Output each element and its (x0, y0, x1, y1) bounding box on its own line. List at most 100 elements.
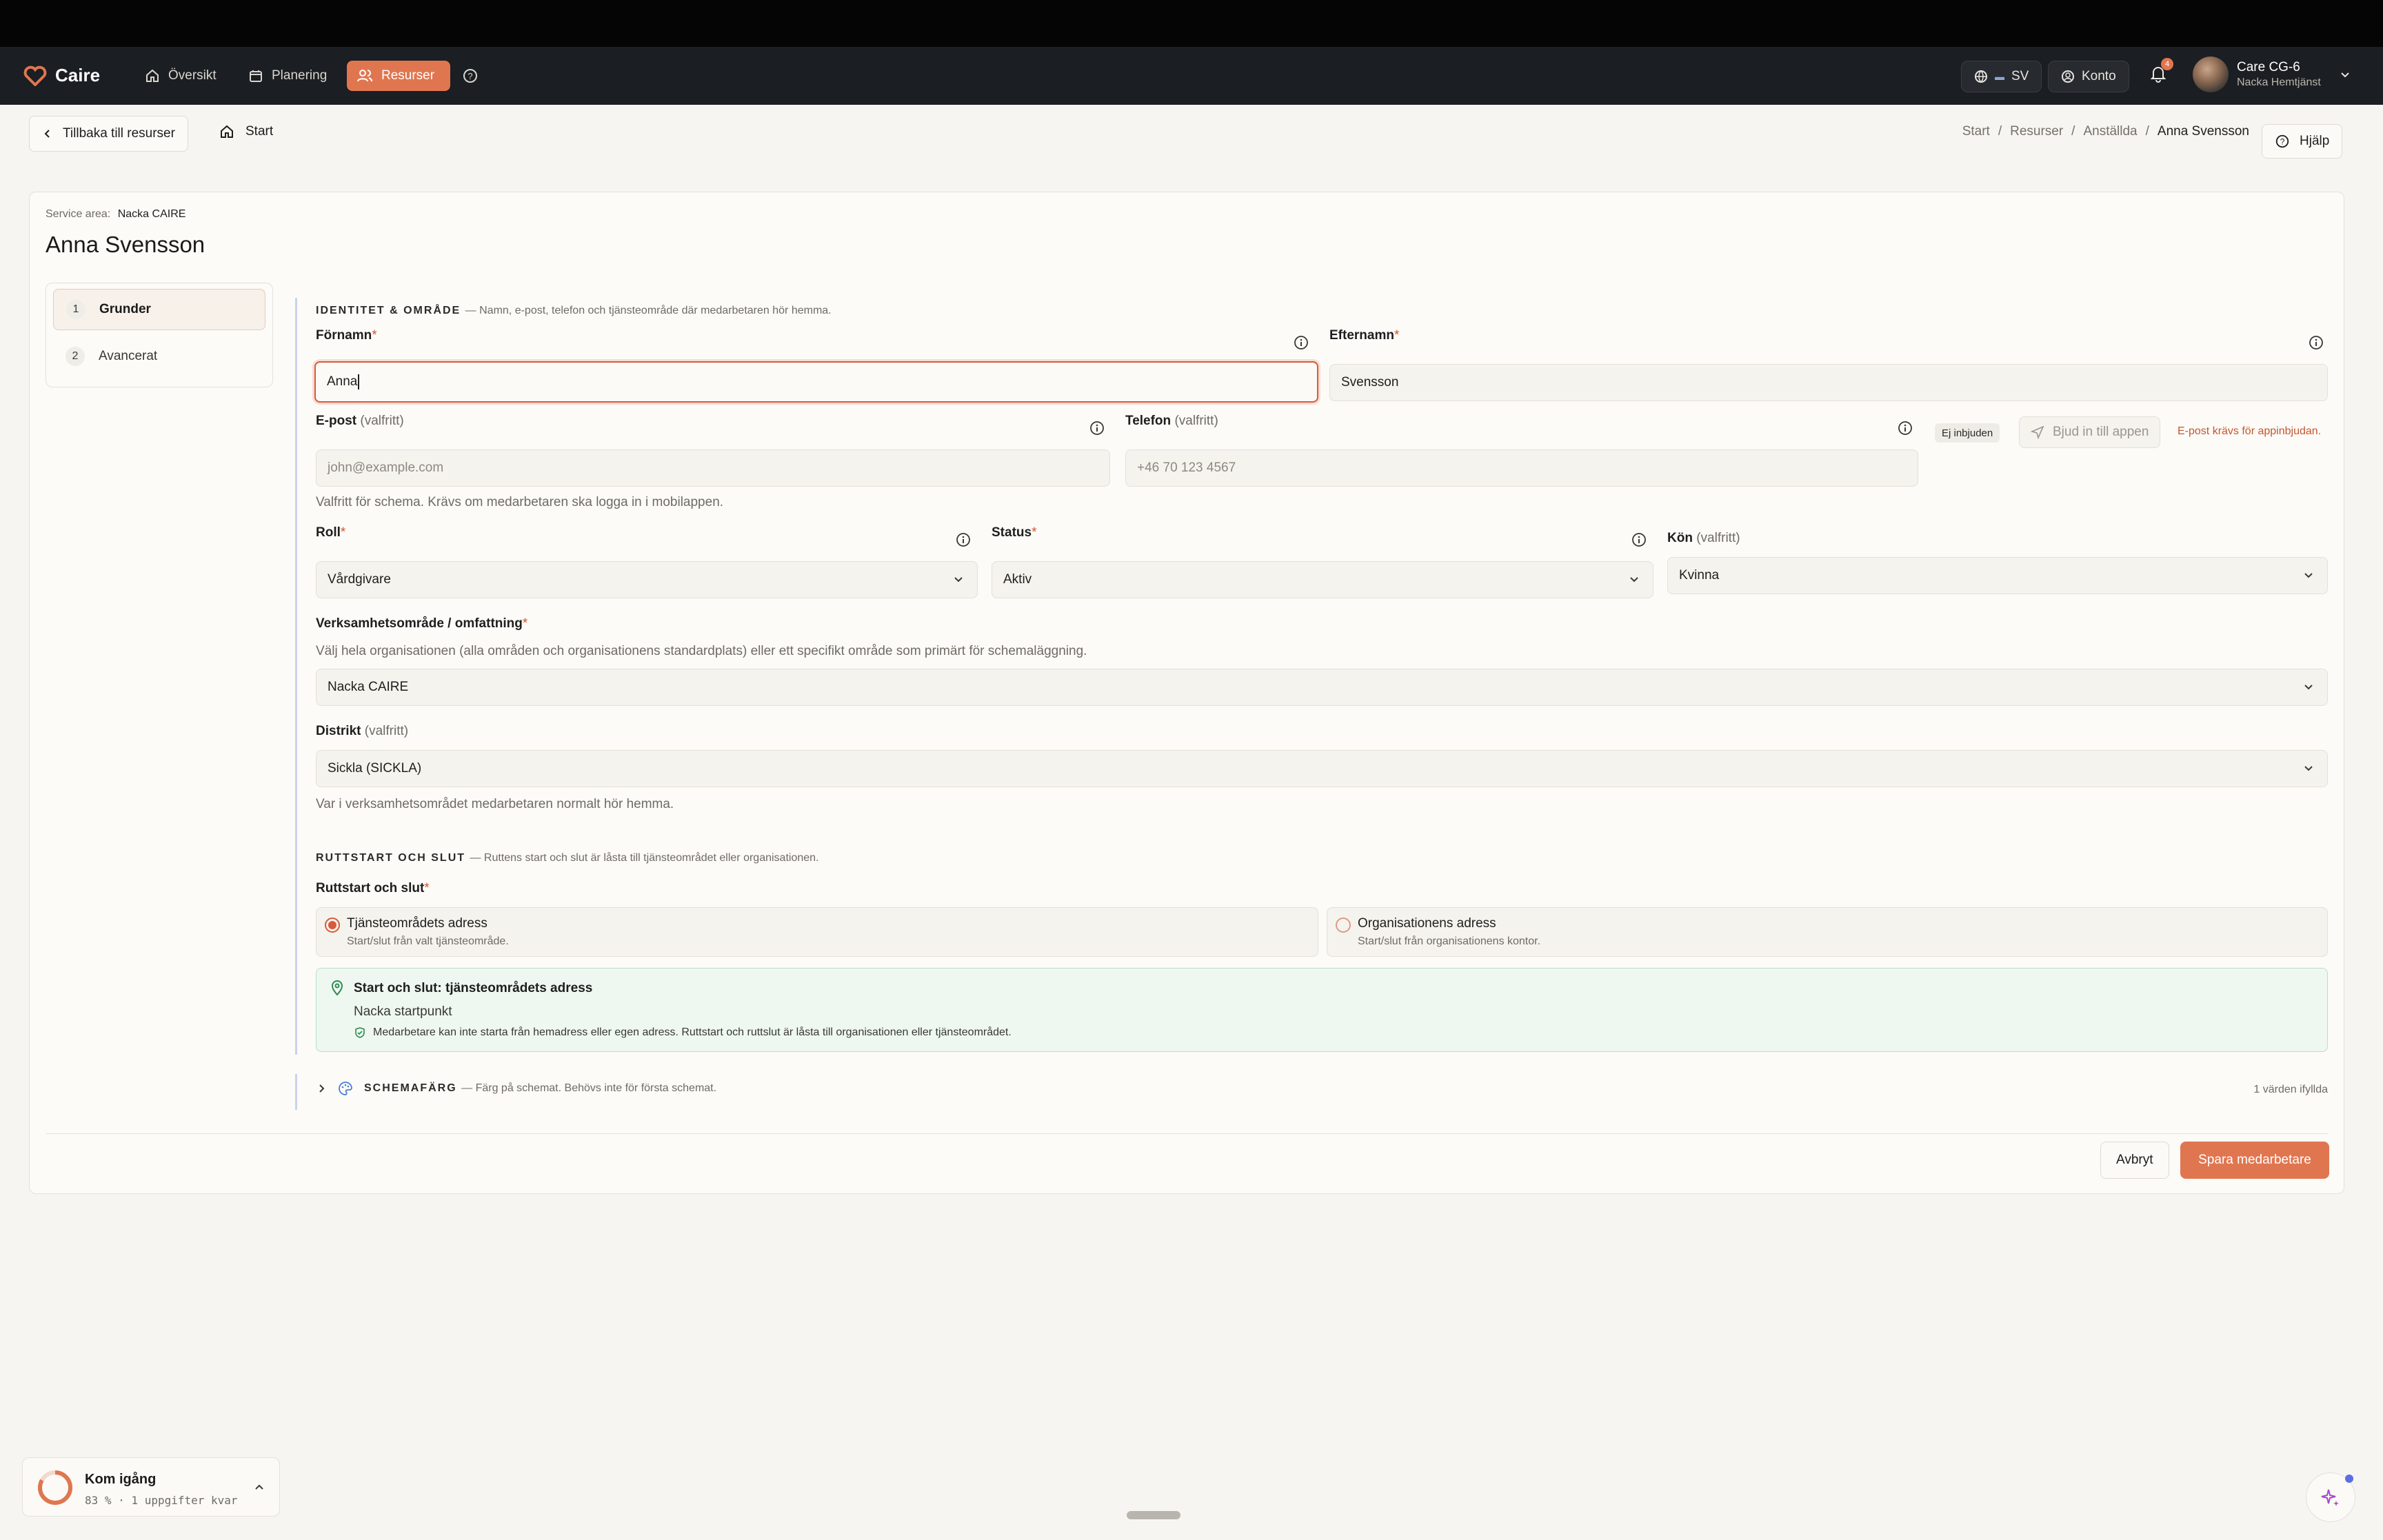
progress-ring (38, 1470, 72, 1505)
radio-unselected[interactable] (1336, 918, 1351, 933)
user-name: Care CG-6 (2237, 60, 2300, 74)
step-grunder[interactable]: 1 Grunder (53, 289, 265, 330)
brand-name: Caire (55, 65, 101, 85)
nav-item-planering[interactable]: Planering (239, 61, 336, 91)
status-label: Status* (992, 525, 1036, 540)
service-area-info: Service area: Nacka CAIRE (46, 208, 185, 221)
home-link[interactable]: Start (219, 124, 273, 139)
info-icon[interactable] (956, 532, 971, 547)
nav-label: Planering (272, 68, 328, 83)
section-heading: RUTTSTART OCH SLUT (316, 852, 466, 864)
notifications-button[interactable]: 4 (2150, 58, 2173, 86)
invite-to-app-button[interactable]: Bjud in till appen (2019, 416, 2161, 448)
optional-marker: (valfritt) (360, 414, 404, 428)
onboarding-widget[interactable]: Kom igång 83 % · 1 uppgifter kvar (22, 1457, 280, 1517)
cancel-button[interactable]: Avbryt (2100, 1142, 2169, 1179)
brand-logo[interactable]: Caire (23, 65, 100, 86)
page-title: Anna Svensson (46, 232, 205, 257)
service-area-value: Nacka CAIRE (117, 208, 186, 220)
info-icon[interactable] (1089, 421, 1105, 436)
chevron-up-icon (255, 1484, 263, 1490)
back-label: Tillbaka till resurser (63, 126, 175, 141)
user-circle-icon (2062, 70, 2074, 83)
phone-input[interactable]: +46 70 123 4567 (1125, 449, 1918, 487)
top-navigation: Caire Översikt Planering Resurser ? ▬ SV… (0, 47, 2383, 105)
help-circle-icon: ? (2275, 134, 2289, 148)
svg-text:?: ? (2280, 137, 2285, 147)
nav-item-oversikt[interactable]: Översikt (135, 61, 226, 91)
info-icon[interactable] (1898, 421, 1913, 436)
label-text: Kön (1667, 531, 1693, 545)
input-placeholder: +46 70 123 4567 (1137, 460, 1236, 475)
required-marker: * (372, 328, 377, 343)
account-button[interactable]: Konto (2048, 61, 2129, 92)
info-icon[interactable] (1631, 532, 1647, 547)
optional-marker: (valfritt) (1696, 531, 1740, 545)
drag-handle[interactable] (1127, 1511, 1180, 1519)
save-employee-button[interactable]: Spara medarbetare (2180, 1142, 2329, 1179)
avatar (2193, 57, 2229, 92)
schedule-color-title: SCHEMAFÄRG — Färg på schemat. Behövs int… (364, 1082, 716, 1095)
status-select[interactable]: Aktiv (992, 561, 1653, 598)
top-frame (0, 0, 2383, 47)
globe-icon (1975, 70, 1987, 83)
gender-label: Kön (valfritt) (1667, 531, 1740, 546)
label-text: Ruttstart och slut (316, 881, 425, 895)
ai-assistant-button[interactable] (2306, 1472, 2355, 1522)
label-text: Förnamn (316, 328, 372, 343)
breadcrumb-resurser[interactable]: Resurser (2010, 124, 2063, 139)
section-description: — Namn, e-post, telefon och tjänsteområd… (465, 305, 832, 316)
required-marker: * (340, 525, 346, 540)
chevron-down-icon (1630, 577, 1638, 582)
last-name-input[interactable]: Svensson (1329, 364, 2328, 401)
select-value: Vårdgivare (328, 572, 391, 587)
help-circle-icon[interactable]: ? (462, 68, 479, 88)
label-text: Status (992, 525, 1032, 540)
identity-section-title: IDENTITET & OMRÅDE — Namn, e-post, telef… (316, 305, 832, 317)
role-label: Roll* (316, 525, 345, 540)
form-stepper: 1 Grunder 2 Avancerat (46, 283, 273, 387)
route-option-service-area[interactable]: Tjänsteområdets adress Start/slut från v… (316, 907, 1318, 957)
breadcrumb-anstallda[interactable]: Anställda (2083, 124, 2137, 139)
area-select[interactable]: Nacka CAIRE (316, 669, 2328, 706)
nav-label: Översikt (168, 68, 217, 83)
back-to-resources-button[interactable]: Tillbaka till resurser (29, 116, 188, 152)
role-select[interactable]: Vårdgivare (316, 561, 978, 598)
select-value: Sickla (SICKLA) (328, 761, 422, 776)
invite-warning: E-post krävs för appinbjudan. (2178, 425, 2322, 437)
service-area-label: Service area: (46, 208, 111, 220)
user-menu[interactable]: Care CG-6 Nacka Hemtjänst (2193, 57, 2351, 92)
send-icon (2031, 425, 2044, 439)
gender-select[interactable]: Kvinna (1667, 557, 2328, 594)
route-option-organization[interactable]: Organisationens adress Start/slut från o… (1327, 907, 2328, 957)
info-title: Start och slut: tjänsteområdets adress (354, 981, 593, 995)
email-help-text: Valfritt för schema. Krävs om medarbetar… (316, 495, 724, 509)
step-number: 1 (66, 300, 86, 319)
email-input[interactable]: john@example.com (316, 449, 1110, 487)
nav-item-resurser[interactable]: Resurser (347, 61, 450, 91)
breadcrumb-start[interactable]: Start (1962, 124, 1990, 139)
user-org: Nacka Hemtjänst (2237, 77, 2321, 88)
label-text: Efternamn (1329, 328, 1394, 343)
help-button[interactable]: ? Hjälp (2262, 124, 2343, 159)
area-label: Verksamhetsområde / omfattning* (316, 616, 527, 631)
info-place: Nacka startpunkt (354, 1004, 452, 1019)
schedule-color-toggle[interactable]: SCHEMAFÄRG — Färg på schemat. Behövs int… (316, 1081, 716, 1096)
label-text: E-post (316, 414, 357, 428)
info-icon[interactable] (1294, 335, 1309, 350)
section-rail (295, 298, 297, 1055)
district-select[interactable]: Sickla (SICKLA) (316, 750, 2328, 787)
last-name-label: Efternamn* (1329, 328, 1399, 343)
option-subtitle: Start/slut från valt tjänsteområde. (347, 935, 509, 947)
info-icon[interactable] (2309, 335, 2324, 350)
sparkles-icon (2321, 1489, 2339, 1506)
info-note: Medarbetare kan inte starta från hemadre… (373, 1026, 1012, 1038)
language-switch[interactable]: ▬ SV (1961, 61, 2042, 92)
input-placeholder: john@example.com (328, 460, 444, 475)
chevron-down-icon (954, 577, 963, 582)
radio-selected[interactable] (325, 918, 340, 933)
step-avancerat[interactable]: 2 Avancerat (53, 336, 265, 377)
notification-count-badge: 4 (2161, 58, 2173, 70)
first-name-input[interactable]: Anna (314, 361, 1318, 403)
district-help-text: Var i verksamhetsområdet medarbetaren no… (316, 797, 674, 811)
